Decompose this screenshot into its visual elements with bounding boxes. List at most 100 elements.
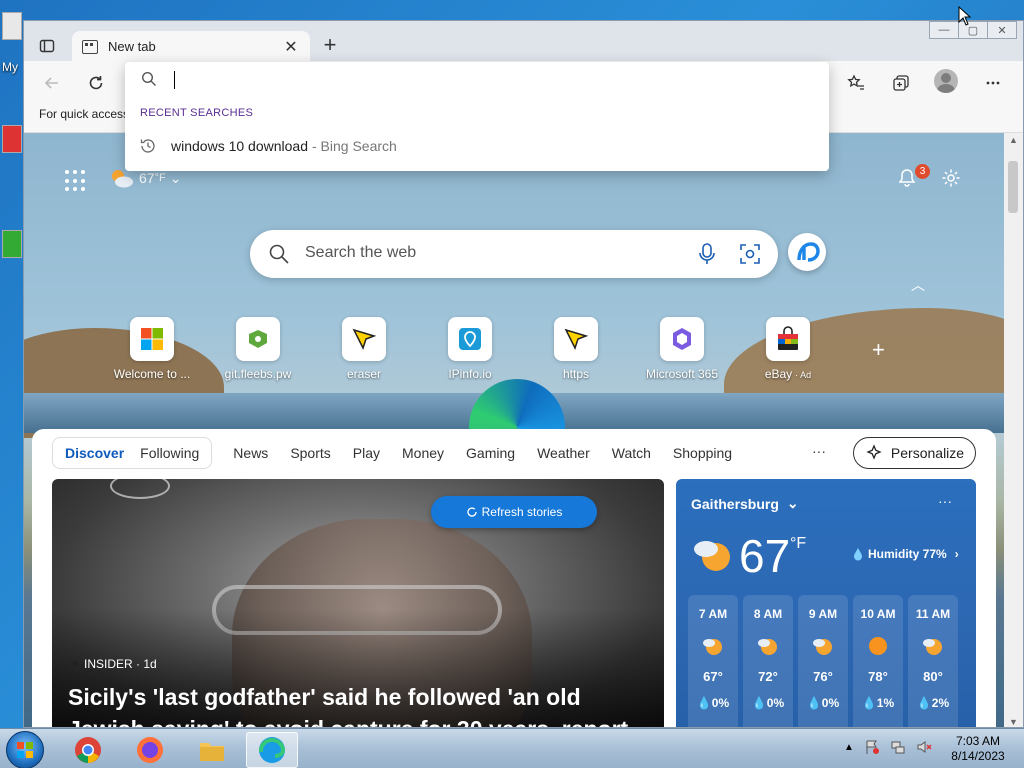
refresh-button[interactable] [82, 69, 110, 97]
favorites-button[interactable] [842, 69, 870, 97]
feed-more-button[interactable]: ··· [812, 443, 826, 459]
https-icon [564, 328, 589, 350]
tab-weather[interactable]: Weather [526, 445, 601, 461]
tab-sports[interactable]: Sports [279, 445, 341, 461]
text-caret [174, 71, 175, 89]
clock-date: 8/14/2023 [951, 749, 1005, 763]
quick-link[interactable]: IPinfo.io [417, 317, 523, 381]
quick-link[interactable]: Microsoft 365 [629, 317, 735, 381]
personalize-button[interactable]: Personalize [853, 437, 976, 469]
weather-location[interactable]: Gaithersburg ⌄ [691, 495, 799, 512]
tab-play[interactable]: Play [342, 445, 391, 461]
scroll-up-arrow-icon[interactable]: ▲ [1009, 135, 1018, 145]
tab-money[interactable]: Money [391, 445, 455, 461]
desktop-app-icon[interactable] [2, 230, 22, 258]
action-center-flag-icon[interactable] [864, 739, 880, 755]
quick-link-label: https [562, 367, 589, 381]
hour-forecast[interactable]: 10 AM 78° 💧1% [853, 595, 903, 727]
weather-mini-temp: 67 [139, 170, 155, 186]
new-tab-button[interactable]: + [316, 33, 344, 59]
desktop-computer-icon[interactable] [2, 12, 22, 40]
tab-shopping[interactable]: Shopping [662, 445, 743, 461]
taskbar-chrome[interactable] [62, 732, 114, 768]
taskbar-edge[interactable] [246, 732, 298, 768]
weather-card[interactable]: Gaithersburg ⌄ ··· 67 °F Humidity 77% › … [676, 479, 976, 727]
quick-link-label: eBay · Ad [764, 367, 812, 381]
tab-gaming[interactable]: Gaming [455, 445, 526, 461]
refresh-stories-button[interactable]: Refresh stories [431, 496, 597, 528]
hour-time: 10 AM [860, 607, 896, 621]
tab-actions-icon [39, 39, 55, 53]
weather-location-name: Gaithersburg [691, 495, 779, 512]
story-title[interactable]: Sicily's 'last godfather' said he follow… [68, 681, 648, 727]
partly-sunny-icon [703, 639, 722, 655]
visual-search-icon[interactable] [738, 242, 762, 266]
taskbar-firefox[interactable] [124, 732, 176, 768]
taskbar: ▲ 7:03 AM 8/14/2023 [0, 728, 1024, 768]
address-input[interactable] [173, 69, 773, 91]
close-window-button[interactable]: ✕ [987, 21, 1017, 39]
quick-link[interactable]: eBay · Ad [735, 317, 841, 381]
tab-new-tab[interactable]: New tab ✕ [72, 31, 310, 62]
scroll-thumb[interactable] [1008, 161, 1018, 213]
vertical-scrollbar[interactable]: ▲ ▼ [1004, 133, 1023, 727]
system-clock[interactable]: 7:03 AM 8/14/2023 [938, 734, 1018, 764]
ebay-bag-icon [778, 326, 798, 350]
title-bar: New tab ✕ + — ▢ ✕ [24, 21, 1023, 62]
weather-more-button[interactable]: ··· [938, 493, 952, 509]
folder-icon [200, 743, 224, 761]
quick-link[interactable]: Welcome to ... [99, 317, 205, 381]
collections-icon [893, 75, 909, 91]
partly-sunny-icon [694, 541, 730, 571]
recent-search-item[interactable]: windows 10 download - Bing Search [125, 130, 829, 162]
microphone-icon[interactable] [696, 242, 718, 266]
gear-icon[interactable] [941, 168, 961, 188]
tab-news[interactable]: News [222, 445, 279, 461]
hour-forecast[interactable]: 11 AM 80° 💧2% [908, 595, 958, 727]
scroll-down-arrow-icon[interactable]: ▼ [1009, 717, 1018, 727]
chevron-up-icon[interactable]: ︿ [911, 275, 925, 295]
bing-chat-button[interactable] [788, 233, 826, 271]
window-controls: — ▢ ✕ [929, 21, 1017, 39]
weather-unit: °F [790, 535, 807, 552]
refresh-icon [467, 507, 477, 517]
app-launcher-icon[interactable] [65, 170, 87, 192]
address-bar-dropdown: RECENT SEARCHES windows 10 download - Bi… [125, 62, 829, 171]
humidity-text: Humidity 77% [868, 547, 947, 561]
desktop-app-icon[interactable] [2, 125, 22, 153]
back-button[interactable] [38, 69, 66, 97]
tab-close-icon[interactable]: ✕ [282, 37, 300, 57]
start-button[interactable] [6, 731, 44, 768]
web-search-box[interactable]: Search the web [250, 230, 778, 278]
settings-more-button[interactable] [979, 69, 1007, 97]
profile-avatar[interactable] [934, 69, 958, 93]
taskbar-file-explorer[interactable] [186, 732, 238, 768]
collections-button[interactable] [887, 69, 915, 97]
add-quick-link-button[interactable]: + [872, 337, 885, 363]
hour-forecast[interactable]: 9 AM 76° 💧0% [798, 595, 848, 727]
hour-forecast[interactable]: 8 AM 72° 💧0% [743, 595, 793, 727]
quick-link[interactable]: git.fleebs.pw [205, 317, 311, 381]
ipinfo-icon [459, 328, 481, 350]
hour-precip: 💧2% [916, 696, 950, 710]
hour-temp: 80° [923, 669, 943, 684]
tab-discover[interactable]: Discover [57, 445, 132, 461]
quick-link[interactable]: eraser [311, 317, 417, 381]
story-source-text: INSIDER · 1d [84, 657, 157, 671]
hero-story-card[interactable]: Refresh stories INSIDER · 1d Sicily's 'l… [52, 479, 664, 727]
personalize-sparkle-icon [866, 444, 882, 460]
quick-link-label: eraser [346, 367, 381, 381]
humidity-link[interactable]: Humidity 77% › [852, 547, 959, 561]
minimize-button[interactable]: — [929, 21, 959, 39]
network-icon[interactable] [890, 739, 906, 755]
notifications-bell-icon[interactable] [897, 168, 917, 188]
partly-sunny-icon [923, 639, 942, 655]
volume-muted-icon[interactable] [916, 739, 932, 755]
tab-watch[interactable]: Watch [601, 445, 662, 461]
tab-following[interactable]: Following [132, 445, 207, 461]
tab-actions-button[interactable] [36, 35, 58, 57]
quick-link[interactable]: https [523, 317, 629, 381]
hour-forecast[interactable]: 7 AM 67° 💧0% [688, 595, 738, 727]
show-hidden-icons[interactable]: ▲ [844, 742, 854, 753]
recent-searches-label: RECENT SEARCHES [140, 107, 254, 119]
